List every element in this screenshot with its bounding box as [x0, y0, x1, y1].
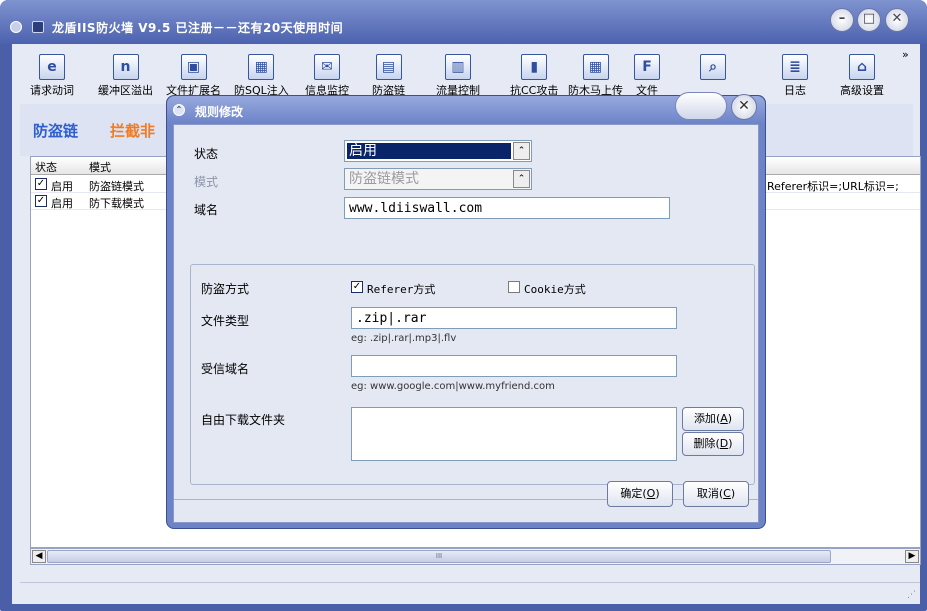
system-menu-icon[interactable]: [10, 21, 22, 33]
toolbar-more-icon[interactable]: »: [902, 48, 909, 61]
toolbar-button[interactable]: ✉ 信息监控: [305, 46, 349, 98]
buffer-icon: n: [112, 54, 139, 80]
app-logo-icon: [32, 21, 44, 33]
house-icon: ⌂: [849, 54, 875, 80]
log-icon: ≣: [782, 54, 808, 80]
ok-button[interactable]: 确定(O): [607, 481, 673, 507]
cancel-button[interactable]: 取消(C): [683, 481, 749, 507]
filetype-label: 文件类型: [201, 314, 250, 328]
close-icon[interactable]: ✕: [885, 8, 909, 32]
status-label: 状态: [194, 147, 219, 161]
dialog-close-icon[interactable]: ✕: [731, 94, 757, 120]
section-title[interactable]: 防盗链: [33, 120, 78, 141]
method-label: 防盗方式: [201, 282, 250, 296]
dialog-pill-icon: [675, 92, 727, 120]
domain-label: 域名: [194, 203, 219, 217]
toolbar-button[interactable]: ⌕: [700, 46, 726, 82]
trusted-domain-input[interactable]: [351, 355, 677, 377]
title-bar[interactable]: 龙盾IIS防火墙 V9.5 已注册－－还有20天使用时间 – □ ✕: [0, 0, 927, 44]
add-folder-button[interactable]: 添加(A): [682, 407, 744, 431]
horizontal-scrollbar[interactable]: ◀ III ▶: [30, 548, 921, 565]
column-header-status[interactable]: 状态: [35, 159, 57, 175]
rule-edit-dialog: ⌃ 规则修改 ✕ 状态 启用 ⌃ 模式 防盗链模式 ⌃ 域名 www.ldiis…: [166, 92, 766, 529]
status-select[interactable]: 启用 ⌃: [344, 140, 532, 162]
delete-folder-label: 删除: [693, 437, 716, 450]
toolbar-button[interactable]: e 请求动词: [30, 46, 74, 98]
cookie-label[interactable]: Cookie方式: [524, 281, 586, 297]
file-ext-icon: ▣: [180, 54, 207, 80]
toolbar-button[interactable]: ⌂ 高级设置: [840, 46, 884, 98]
cancel-label: 取消: [696, 487, 719, 500]
row-status: 启用: [51, 180, 73, 193]
delete-folder-button[interactable]: 删除(D): [682, 432, 744, 456]
free-folder-list[interactable]: [351, 407, 677, 461]
referer-checkbox[interactable]: ✓: [351, 281, 363, 293]
domain-input[interactable]: www.ldiiswall.com: [344, 197, 670, 219]
column-header-mode[interactable]: 模式: [89, 159, 111, 175]
toolbar-button[interactable]: ▤ 防盗链: [372, 46, 405, 98]
section-tab-block[interactable]: 拦截非: [110, 120, 155, 141]
cookie-checkbox[interactable]: [508, 281, 520, 293]
toolbar-button-label: 请求动词: [30, 84, 74, 97]
toolbar-button-label: 日志: [784, 84, 806, 97]
window-title: 龙盾IIS防火墙 V9.5 已注册－－还有20天使用时间: [52, 21, 344, 35]
toolbar-button-label: 缓冲区溢出: [98, 84, 153, 97]
resize-grip-icon[interactable]: ⋰: [907, 590, 916, 600]
cc-icon: ▮: [521, 54, 548, 80]
mode-select-value: 防盗链模式: [349, 171, 419, 187]
scroll-thumb[interactable]: III: [47, 550, 831, 563]
status-select-value: 启用: [347, 143, 511, 159]
minimize-icon[interactable]: –: [830, 8, 854, 32]
add-folder-label: 添加: [693, 412, 716, 425]
trusted-domain-label: 受信域名: [201, 362, 250, 376]
scroll-right-icon[interactable]: ▶: [905, 550, 919, 563]
dialog-menu-icon[interactable]: ⌃: [173, 104, 185, 116]
toolbar-button[interactable]: ▮ 抗CC攻击: [510, 46, 558, 98]
verb-icon: e: [39, 54, 65, 80]
mode-label: 模式: [194, 175, 219, 189]
trash-icon: ▥: [445, 54, 471, 80]
status-bar: ⋰: [20, 582, 920, 602]
toolbar-button[interactable]: ▣ 文件扩展名: [166, 46, 221, 98]
filetype-hint: eg: .zip|.rar|.mp3|.flv: [351, 333, 457, 344]
magnifier-icon: ⌕: [700, 54, 726, 80]
row-mode: 防下载模式: [89, 197, 144, 210]
chevron-down-icon: ⌃: [513, 170, 530, 188]
row-mode: 防盗链模式: [89, 180, 144, 193]
toolbar-button[interactable]: ▦ 防木马上传: [568, 46, 623, 98]
row-enabled-checkbox[interactable]: ✓: [35, 195, 47, 207]
row-status: 启用: [51, 197, 73, 210]
ok-label: 确定: [620, 487, 643, 500]
toolbar-button[interactable]: n 缓冲区溢出: [98, 46, 153, 98]
toolbar-button-label: 高级设置: [840, 84, 884, 97]
dialog-title: 规则修改: [195, 105, 244, 119]
scroll-left-icon[interactable]: ◀: [32, 550, 46, 563]
add-folder-key: A: [720, 412, 728, 425]
toolbar-button[interactable]: ▦ 防SQL注入: [234, 46, 289, 98]
mail-icon: ✉: [314, 54, 340, 80]
ok-key: O: [646, 487, 656, 500]
file-icon: F: [634, 54, 660, 80]
mode-select: 防盗链模式 ⌃: [344, 168, 532, 190]
cancel-key: C: [723, 487, 731, 500]
row-detail: Referer标识=;URL标识=;: [767, 180, 899, 193]
chevron-down-icon[interactable]: ⌃: [513, 142, 530, 160]
filetype-input[interactable]: .zip|.rar: [351, 307, 677, 329]
maximize-icon[interactable]: □: [857, 8, 881, 32]
dialog-body: 状态 启用 ⌃ 模式 防盗链模式 ⌃ 域名 www.ldiiswall.com …: [173, 124, 759, 523]
row-enabled-checkbox[interactable]: ✓: [35, 178, 47, 190]
free-folder-label: 自由下载文件夹: [201, 413, 286, 427]
hotlink-settings-group: 防盗方式 ✓ Referer方式 Cookie方式 文件类型 .zip|.rar…: [190, 264, 755, 485]
delete-folder-key: D: [719, 437, 729, 450]
trusted-domain-hint: eg: www.google.com|www.myfriend.com: [351, 381, 555, 392]
sql-icon: ▦: [248, 54, 275, 80]
hotlink-icon: ▤: [375, 54, 402, 80]
toolbar-button[interactable]: ▥ 流量控制: [436, 46, 480, 98]
toolbar-button[interactable]: F 文件: [634, 46, 660, 98]
referer-label[interactable]: Referer方式: [367, 281, 435, 297]
toolbar-button[interactable]: ≣ 日志: [782, 46, 808, 98]
trojan-icon: ▦: [582, 54, 609, 80]
